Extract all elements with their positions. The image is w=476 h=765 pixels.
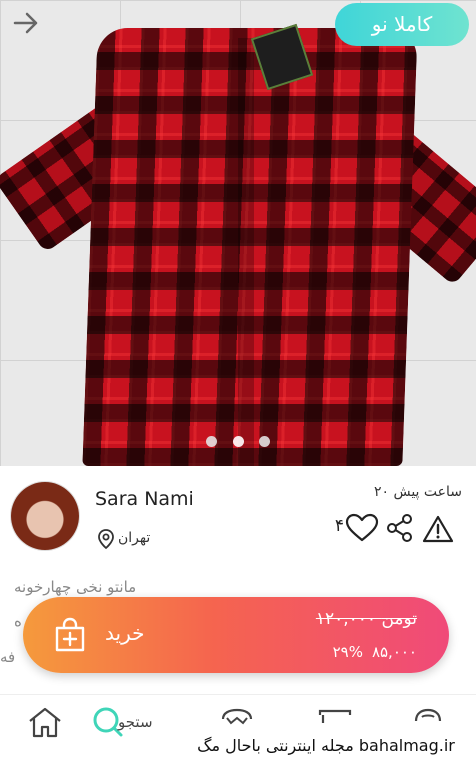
condition-badge: کاملا نو [335, 3, 469, 46]
arrow-right-icon [13, 12, 38, 34]
shopping-bag-plus-icon [55, 617, 85, 652]
buy-label: خرید [105, 621, 145, 645]
home-icon[interactable] [25, 705, 65, 739]
final-price: ۸۵,۰۰۰ [371, 643, 417, 661]
shirt-placket [238, 38, 254, 466]
gallery-dot[interactable] [258, 436, 270, 447]
product-photo[interactable]: کاملا نو [0, 0, 476, 466]
location-pin-icon [98, 529, 114, 550]
back-button[interactable] [10, 8, 42, 40]
purchase-bar: خرید ۱۲۰,۰۰۰ تومن ۲۹% ۸۵,۰۰۰ [23, 597, 449, 673]
gallery-dot-active[interactable] [232, 436, 244, 447]
seller-avatar[interactable] [11, 482, 79, 550]
site-watermark: مجله اینترنتی باحال مگ bahalmag.ir [176, 728, 476, 764]
discount-percent: ۲۹% [332, 643, 363, 661]
plaid-shirt-image [0, 8, 476, 466]
buy-button[interactable]: خرید [47, 609, 167, 661]
share-icon[interactable] [386, 513, 414, 543]
seller-location: تهران [118, 530, 151, 546]
posted-time: ۲۰ ساعت پیش [373, 484, 462, 500]
gallery-pagination [0, 432, 476, 451]
nav-search-label[interactable]: ستجو [118, 713, 153, 731]
like-count: ۴ [334, 516, 344, 536]
description-line: فه [0, 648, 16, 666]
gallery-dot[interactable] [206, 436, 218, 447]
seller-section: Sara Nami تهران ۲۰ ساعت پیش ۴ [0, 466, 476, 574]
heart-icon[interactable] [344, 513, 380, 543]
old-price: ۱۲۰,۰۰۰ تومن [315, 609, 417, 629]
seller-name[interactable]: Sara Nami [95, 488, 194, 510]
description-line: ه [14, 612, 22, 630]
description-title: مانتو نخی چهارخونه [14, 578, 137, 596]
report-warning-icon[interactable] [422, 514, 454, 544]
